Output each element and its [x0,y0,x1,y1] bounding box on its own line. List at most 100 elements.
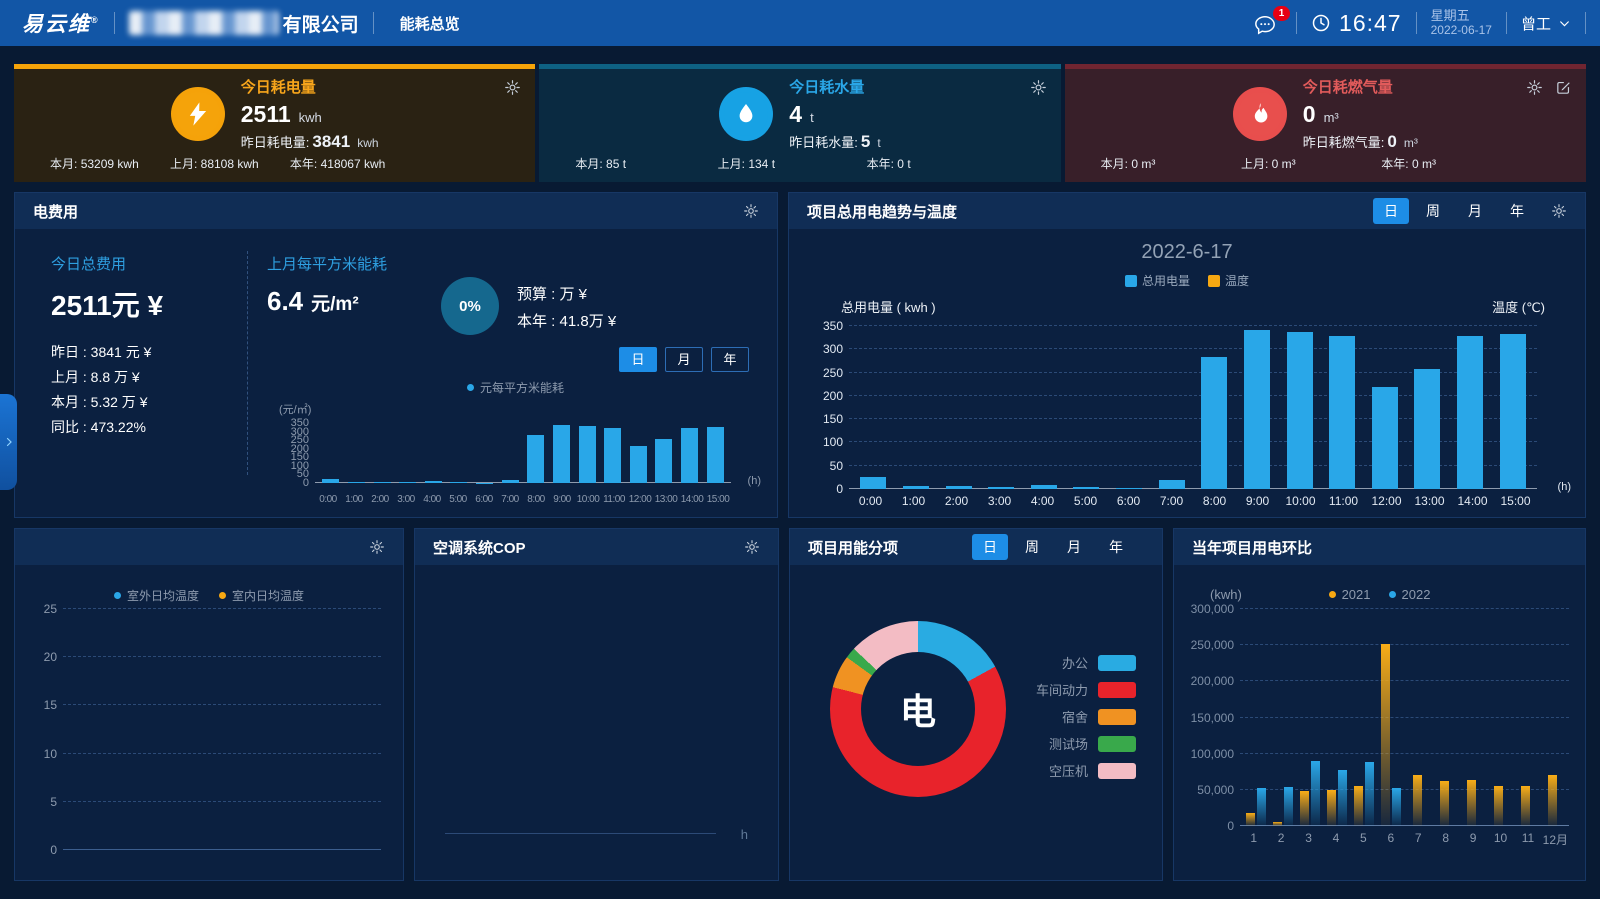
legend-item-2021[interactable]: 2021 [1329,587,1371,602]
tab-month[interactable]: 月 [1056,534,1092,560]
kpi-title: 今日耗电量 [241,76,379,97]
fee-row-last-month: 上月 : 8.8 万 ¥ [51,365,163,390]
bar-group [1297,609,1324,826]
y-tick-label: 250 [809,366,843,380]
bar [502,480,519,483]
temperature-panel: 室外日均温度 室内日均温度 0510152025 [14,528,404,881]
app-logo: 易云维® [22,8,100,38]
x-tick-label: 3 [1295,826,1322,848]
bar-2022 [1365,762,1374,826]
tab-month[interactable]: 月 [665,347,703,372]
edit-icon[interactable] [1555,79,1572,96]
gridline [63,704,381,705]
y-axis-unit: (元/㎡) [279,401,311,417]
x-tick-label: 4 [1322,826,1349,848]
energy-dashboard: { "navbar": { "logo": "易云维", "logo_reg":… [0,0,1600,899]
settings-gear-icon[interactable] [1551,203,1567,219]
kpi-card-water: 今日耗水量 4t 昨日耗水量:5t 本月: 85 t 上月: 134 t 本年:… [539,64,1060,182]
legend-item-2022[interactable]: 2022 [1389,587,1431,602]
bar-slot [600,423,626,483]
x-tick-label: 6:00 [471,489,497,505]
legend-item[interactable]: 办公 [1036,653,1136,672]
company-suffix: 有限公司 [283,10,359,37]
top-navbar: 易云维® 有限公司 能耗总览 1 16:47 星期五 2022-06-17 曾工 [0,0,1600,46]
settings-gear-icon[interactable] [743,203,759,219]
legend-item-outdoor[interactable]: 室外日均温度 [114,587,199,604]
yesterday-label: 昨日耗水量: [789,135,858,150]
bar [1500,334,1526,489]
legend-item-temperature[interactable]: 温度 [1208,272,1249,289]
x-tick-label: 0:00 [315,489,341,505]
fee-summary: 今日总费用 2511元 ¥ 昨日 : 3841 元 ¥ 上月 : 8.8 万 ¥… [51,253,163,440]
fee-row-month: 本月 : 5.32 万 ¥ [51,390,163,415]
fee-chart-legend: 元每平方米能耗 [467,379,564,396]
x-tick-label: 3:00 [978,489,1021,508]
bar-slot [852,326,895,489]
trend-chart-legend: 总用电量 温度 [789,272,1585,289]
tab-day[interactable]: 日 [1373,198,1409,224]
y-tick-label: 300 [809,342,843,356]
bar-slot [369,423,395,483]
nav-item-energy-overview[interactable]: 能耗总览 [388,13,472,34]
legend-item-indoor[interactable]: 室内日均温度 [219,587,304,604]
legend-item-power[interactable]: 总用电量 [1125,272,1190,289]
clock-icon [1311,13,1331,33]
tab-year[interactable]: 年 [711,347,749,372]
chat-icon [1254,14,1276,36]
x-tick-label: 5 [1350,826,1377,848]
tab-month[interactable]: 月 [1457,198,1493,224]
x-tick-label: 1 [1240,826,1267,848]
bar-slot [395,423,421,483]
y-tick-label: 350 [275,417,309,429]
y-tick-label: 50 [809,459,843,473]
stat-last-month: 上月: 0 m³ [1241,155,1296,172]
yesterday-label: 昨日耗燃气量: [1303,135,1385,150]
legend-item[interactable]: 空压机 [1036,761,1136,780]
legend-item[interactable]: 车间动力 [1036,680,1136,699]
compare-legend: 2021 2022 [1174,587,1585,602]
bar-slot [626,423,652,483]
x-tick-label: 3:00 [393,489,419,505]
x-tick-label: 6:00 [1107,489,1150,508]
legend-item[interactable]: 测试场 [1036,734,1136,753]
tab-week[interactable]: 周 [1014,534,1050,560]
x-tick-label: 14:00 [679,489,705,505]
today-fee-label: 今日总费用 [51,253,163,274]
settings-gear-icon[interactable] [1030,79,1047,96]
x-tick-label: 2:00 [935,489,978,508]
bar-slot [895,326,938,489]
tab-day[interactable]: 日 [972,534,1008,560]
stat-last-month: 上月: 88108 kwh [170,155,259,172]
settings-gear-icon[interactable] [369,539,385,555]
bar [348,482,365,483]
tab-year[interactable]: 年 [1098,534,1134,560]
tab-day[interactable]: 日 [619,347,657,372]
bar-2021 [1521,786,1530,827]
settings-gear-icon[interactable] [744,539,760,555]
x-tick-label: 11 [1514,826,1541,848]
x-tick-label: 2 [1267,826,1294,848]
bar-2022 [1257,788,1266,826]
y-tick-label: 350 [809,319,843,333]
divider [373,12,374,34]
company-name: 有限公司 [129,10,359,37]
settings-gear-icon[interactable] [1526,79,1543,96]
settings-gear-icon[interactable] [504,79,521,96]
bar-2021 [1354,786,1363,826]
bar [553,425,570,483]
x-tick-label: 10:00 [575,489,601,505]
sidebar-expand-toggle[interactable] [0,394,17,490]
monthly-compare-chart: 050,000100,000150,000200,000250,000300,0… [1240,609,1569,826]
legend-item[interactable]: 宿舍 [1036,707,1136,726]
user-menu[interactable]: 曾工 [1521,13,1571,34]
current-time: 16:47 [1339,10,1402,37]
messages-button[interactable]: 1 [1254,10,1282,36]
weekday-label: 星期五 [1431,8,1492,23]
yesterday-value: 5 [861,132,870,151]
panel-header: 项目总用电趋势与温度 日 周 月 年 [789,193,1585,229]
tab-week[interactable]: 周 [1415,198,1451,224]
y-tick-label: 0 [809,482,843,496]
panel-title: 项目用能分项 [808,537,898,558]
tab-year[interactable]: 年 [1499,198,1535,224]
x-tick-label: 15:00 [1494,489,1537,508]
